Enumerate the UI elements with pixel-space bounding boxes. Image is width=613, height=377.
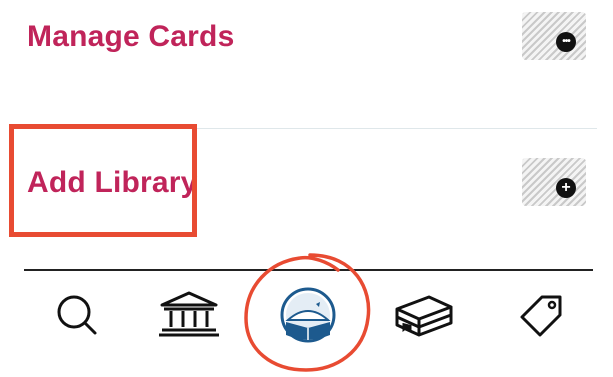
annotation-highlight-circle <box>244 253 371 372</box>
